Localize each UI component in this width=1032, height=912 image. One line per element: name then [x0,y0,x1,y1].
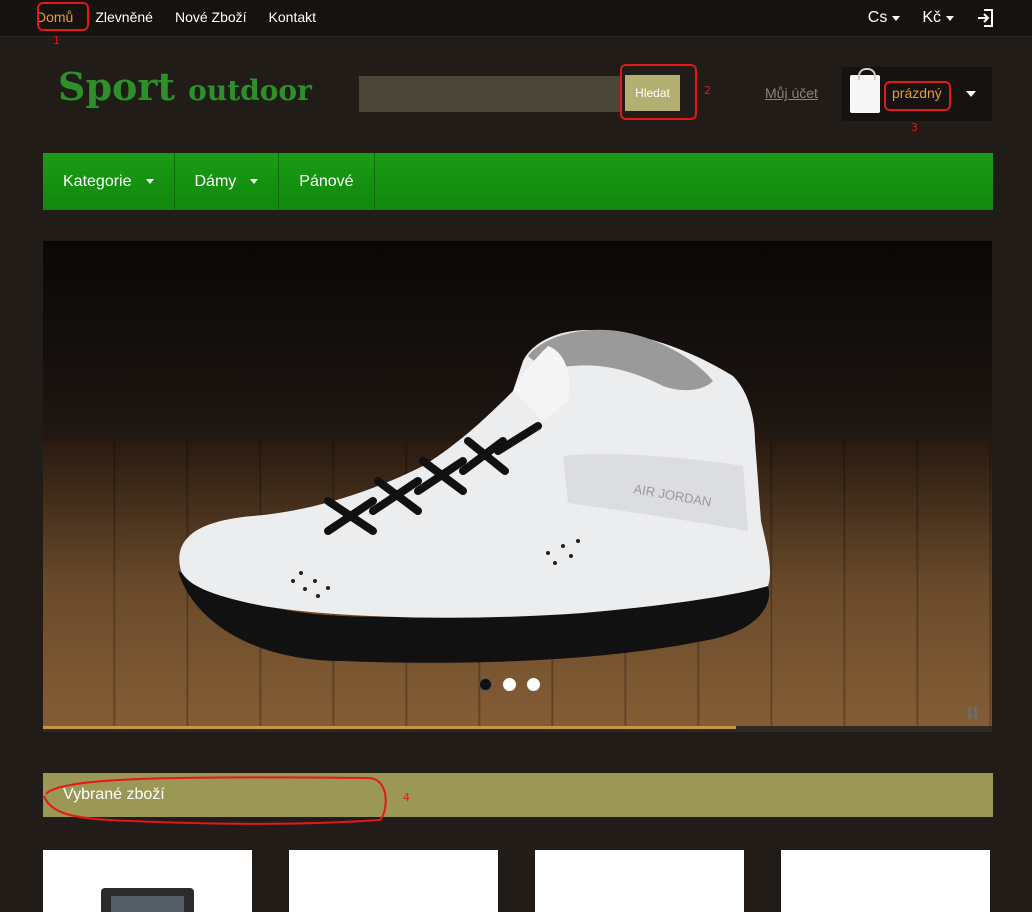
slider-progress-fill [43,726,736,729]
search-input[interactable] [359,76,621,112]
login-icon[interactable] [976,8,994,28]
main-nav-label: Kategorie [63,172,132,190]
top-bar: Domů Zlevněné Nové Zboží Kontakt Cs Kč [0,0,1032,37]
shopping-bag-icon [850,68,880,113]
product-screen [111,896,184,912]
pause-icon[interactable] [968,707,978,719]
product-card[interactable] [289,850,498,912]
annotation-number-4: 4 [403,791,410,804]
top-nav-new-goods[interactable]: Nové Zboží [175,9,247,25]
top-nav-contact[interactable]: Kontakt [269,9,316,25]
logo-main-text: Sport [58,64,175,109]
my-account-link[interactable]: Můj účet [765,85,818,101]
annotation-scribble-4 [43,776,387,825]
slider-dot[interactable] [503,678,516,691]
annotation-box-2 [620,64,697,120]
site-logo[interactable]: Sport outdoor [58,64,312,109]
chevron-down-icon [145,179,154,184]
currency-selector[interactable]: Kč [922,9,954,27]
main-nav-label: Dámy [194,172,237,190]
product-image [101,888,194,912]
slider-dot[interactable] [479,678,492,691]
hero-slider[interactable]: AIR JORDAN [43,241,992,726]
annotation-number-1: 1 [53,34,60,47]
logo-sub-text: outdoor [188,74,312,107]
annotation-number-3: 3 [911,121,918,134]
chevron-down-icon [250,179,259,184]
annotation-number-2: 2 [704,84,711,97]
chevron-down-icon [892,15,901,21]
chevron-down-icon[interactable] [966,91,976,97]
language-selector[interactable]: Cs [868,9,901,27]
main-nav-categories[interactable]: Kategorie [43,153,175,210]
annotation-box-3 [884,81,951,111]
product-card[interactable] [535,850,744,912]
main-nav-label: Pánové [299,172,354,190]
chevron-down-icon [946,15,954,21]
top-nav-discounted[interactable]: Zlevněné [95,9,153,25]
language-label: Cs [867,9,888,26]
top-right-controls: Cs Kč [868,0,994,36]
main-nav-men[interactable]: Pánové [279,153,375,210]
main-nav-women[interactable]: Dámy [175,153,280,210]
slider-pagination [479,678,540,691]
currency-label: Kč [922,9,941,26]
annotation-box-1 [37,2,89,31]
slider-dot[interactable] [527,678,540,691]
main-nav: Kategorie Dámy Pánové [43,153,993,210]
product-card[interactable] [781,850,990,912]
sneaker-image: AIR JORDAN [178,329,771,663]
slider-progress-bar [43,726,992,732]
product-card[interactable] [43,850,252,912]
